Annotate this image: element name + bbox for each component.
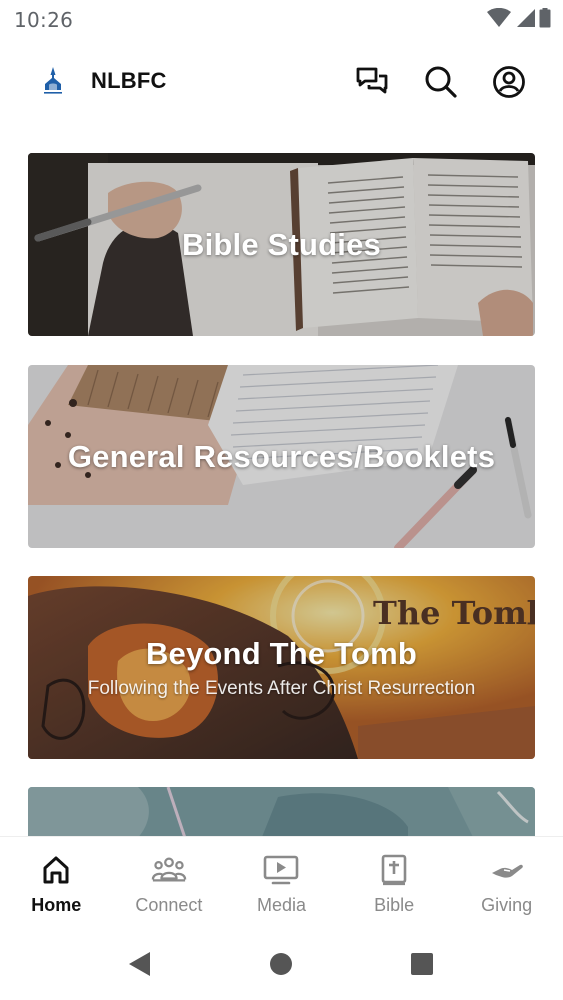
nav-item-media[interactable]: Media (225, 837, 338, 931)
nav-item-home[interactable]: Home (0, 837, 113, 931)
card-subtitle: Following the Events After Christ Resurr… (87, 677, 476, 699)
status-icons (487, 8, 551, 28)
account-icon (493, 66, 525, 98)
nav-item-giving[interactable]: Giving (450, 837, 563, 931)
nav-item-bible[interactable]: Bible (338, 837, 451, 931)
home-circle-icon (270, 953, 292, 975)
nav-label: Media (256, 895, 306, 915)
card-text: General Resources/Booklets (28, 365, 535, 548)
app-bar: NLBFC (0, 38, 563, 126)
nav-label: Giving (481, 895, 533, 915)
bible-icon (376, 853, 412, 887)
nav-item-connect[interactable]: Connect (113, 837, 226, 931)
status-bar: 10:26 (0, 0, 563, 38)
beyond-the-tomb-card[interactable]: The Tomb Beyond The Tomb Following the E… (28, 576, 535, 759)
search-icon (425, 66, 457, 98)
back-triangle-icon (129, 952, 150, 976)
church-logo-icon (44, 67, 62, 94)
general-resources-card[interactable]: General Resources/Booklets (28, 365, 535, 548)
bible-studies-card[interactable]: Bible Studies (28, 153, 535, 336)
system-recents-button[interactable] (407, 949, 437, 979)
nav-label: Home (31, 895, 82, 915)
card-text: Beyond The Tomb Following the Events Aft… (28, 576, 535, 759)
cellular-signal-icon (517, 9, 535, 27)
nav-label: Bible (374, 895, 415, 915)
bottom-navigation: Home Connect Media Bible Giving (0, 836, 563, 931)
chat-icon (356, 67, 388, 94)
account-button[interactable] (489, 62, 529, 102)
search-button[interactable] (421, 62, 461, 102)
system-back-button[interactable] (124, 949, 154, 979)
wifi-icon (487, 8, 511, 27)
card-title: Beyond The Tomb (145, 635, 418, 671)
recents-square-icon (411, 953, 433, 975)
card-text: Bible Studies (28, 153, 535, 336)
home-icon (38, 853, 74, 887)
giving-hand-icon (489, 853, 525, 887)
card-title: General Resources/Booklets (67, 438, 496, 474)
nav-label: Connect (135, 895, 203, 915)
system-home-button[interactable] (266, 949, 296, 979)
play-video-icon (263, 853, 299, 887)
people-icon (151, 853, 187, 887)
status-time: 10:26 (14, 8, 74, 32)
app-title: NLBFC (91, 68, 167, 93)
chat-button[interactable] (352, 62, 392, 102)
battery-icon (539, 8, 551, 28)
system-navigation-bar (0, 931, 563, 1000)
card-title: Bible Studies (182, 226, 381, 262)
